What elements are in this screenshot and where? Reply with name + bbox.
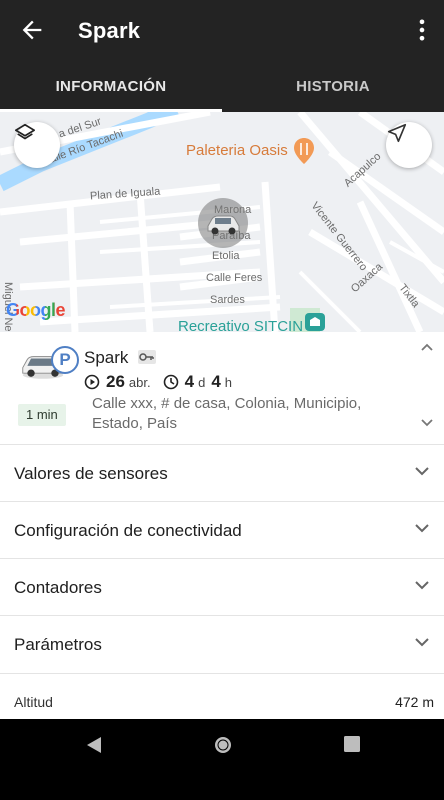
navigation-arrow-icon: [387, 123, 407, 143]
vehicle-marker[interactable]: [198, 198, 248, 248]
parking-status-badge: P: [51, 346, 79, 374]
tab-bar: INFORMACIÓN HISTORIA: [0, 62, 444, 112]
altitude-value: 472 m: [395, 694, 434, 710]
clock-icon: [163, 374, 178, 390]
nav-recents-icon[interactable]: [342, 734, 362, 754]
chevron-up-icon[interactable]: [420, 342, 434, 352]
vehicle-address: Calle xxx, # de casa, Colonia, Municipio…: [92, 395, 362, 432]
key-icon: [138, 350, 156, 364]
system-nav-bar: [0, 719, 444, 800]
date-day: 26: [106, 372, 125, 391]
chevron-down-icon: [415, 524, 429, 533]
duration-hours-value: 4: [211, 372, 221, 391]
altitude-label: Altitud: [14, 694, 53, 710]
section-label: Configuración de conectividad: [14, 521, 242, 540]
car-icon: [207, 215, 240, 235]
chevron-down-icon[interactable]: [420, 418, 434, 428]
map-view[interactable]: a del Sur Calle Río Tacachi Plan de Igua…: [0, 112, 444, 332]
nav-home-icon[interactable]: [212, 734, 234, 756]
section-label: Contadores: [14, 578, 102, 597]
chevron-down-icon: [415, 638, 429, 647]
tab-informacion[interactable]: INFORMACIÓN: [0, 62, 222, 112]
more-vert-icon[interactable]: [414, 16, 430, 44]
chevron-down-icon: [415, 581, 429, 590]
chevron-down-icon: [415, 467, 429, 476]
restaurant-pin-icon[interactable]: [294, 138, 314, 164]
google-watermark: Google: [6, 300, 66, 320]
vehicle-name: Spark: [84, 348, 129, 367]
back-arrow-icon[interactable]: [18, 16, 46, 44]
section-sensor-values[interactable]: Valores de sensores: [0, 444, 444, 501]
map-street-label: Etolia: [212, 250, 240, 262]
duration-days-value: 4: [184, 372, 195, 391]
vehicle-summary-card[interactable]: P Spark 26 abr. 4 d 4 h Calle xxx, # de …: [0, 332, 444, 444]
section-label: Parámetros: [14, 635, 102, 654]
map-layers-button[interactable]: [14, 122, 60, 168]
section-counters[interactable]: Contadores: [0, 558, 444, 615]
app-bar: Spark INFORMACIÓN HISTORIA: [0, 0, 444, 112]
layers-icon: [15, 123, 35, 140]
page-title: Spark: [78, 18, 141, 43]
map-locate-button[interactable]: [386, 122, 432, 168]
last-update-chip: 1 min: [18, 404, 66, 426]
duration-hours-unit: h: [224, 375, 233, 390]
recreation-pin-icon[interactable]: [304, 312, 326, 332]
map-poi-label[interactable]: Paleteria Oasis: [186, 142, 288, 159]
section-parameters[interactable]: Parámetros: [0, 615, 444, 672]
duration-days-unit: d: [198, 375, 206, 390]
altitude-row: Altitud 472 m: [0, 673, 444, 719]
date-month: abr.: [128, 375, 151, 390]
play-circle-icon: [84, 374, 100, 390]
google-logo: Google: [6, 300, 66, 321]
map-street-label: Calle Feres: [206, 272, 263, 284]
map-poi-label[interactable]: Recreativo SITCIN: [178, 318, 303, 332]
tab-historia[interactable]: HISTORIA: [222, 62, 444, 112]
section-label: Valores de sensores: [14, 464, 168, 483]
nav-back-icon[interactable]: [84, 734, 104, 756]
map-street-label: Sardes: [210, 294, 245, 306]
vehicle-stats-row: 26 abr. 4 d 4 h: [84, 372, 232, 392]
section-connectivity-config[interactable]: Configuración de conectividad: [0, 501, 444, 558]
